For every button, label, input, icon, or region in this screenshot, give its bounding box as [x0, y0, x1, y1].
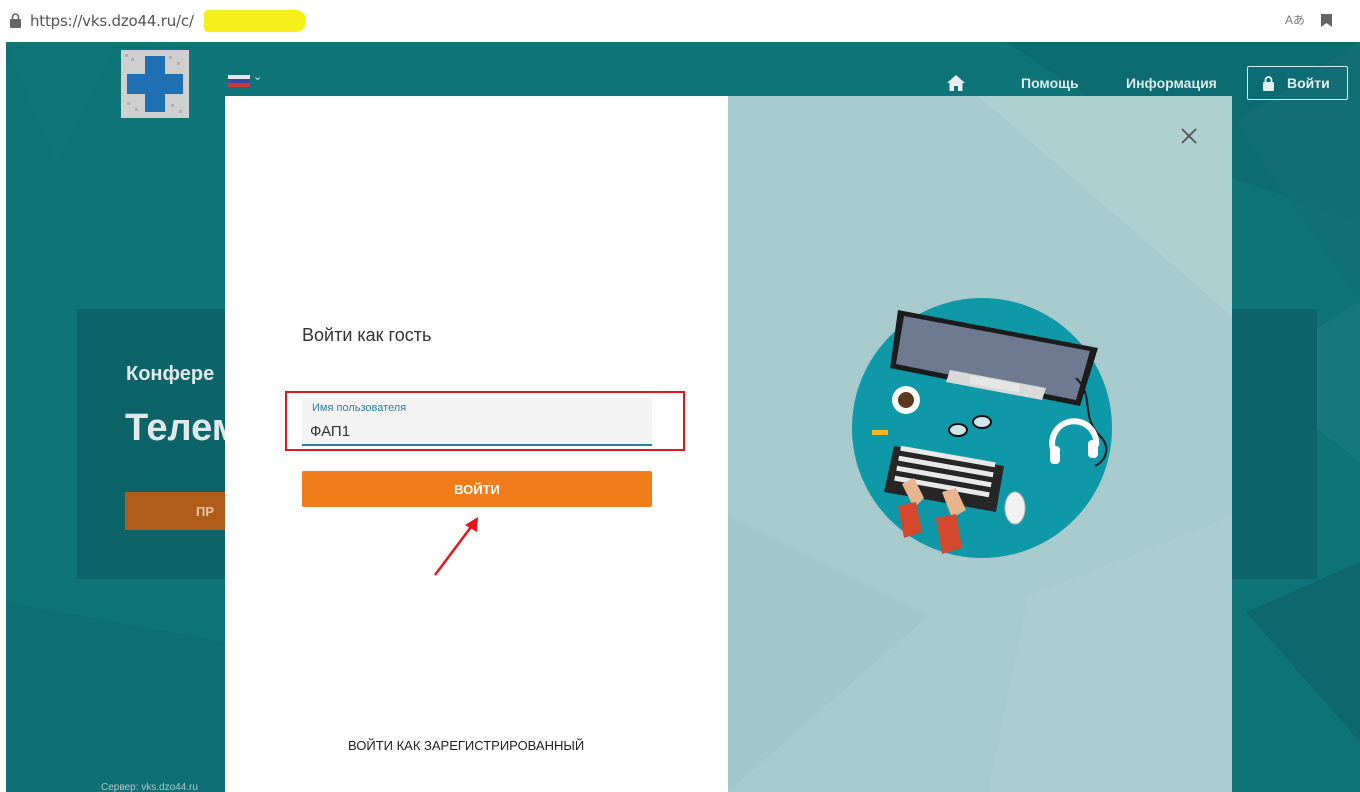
browser-address-bar: https://vks.dzo44.ru/c/ Aあ: [0, 0, 1360, 42]
hero-subtitle: Конфере: [126, 363, 215, 385]
hero-button-label: ПР: [195, 503, 214, 519]
annotation-box: [285, 391, 685, 451]
hero-title: Телем: [125, 407, 240, 449]
workspace-illustration: [852, 298, 1112, 558]
registered-login-link[interactable]: ВОЙТИ КАК ЗАРЕГИСТРИРОВАННЫЙ: [348, 738, 584, 753]
modal-title: Войти как гость: [302, 325, 432, 345]
flag-icon[interactable]: [228, 75, 250, 87]
nav-help[interactable]: Помощь: [1021, 75, 1079, 91]
bookmark-icon[interactable]: [1321, 14, 1332, 27]
url-text[interactable]: https://vks.dzo44.ru/c/: [30, 12, 194, 30]
server-info: Сервер: vks.dzo44.ru: [101, 782, 198, 792]
logo: [121, 50, 189, 118]
home-icon[interactable]: [947, 75, 965, 91]
close-icon[interactable]: [1180, 127, 1198, 145]
chevron-down-icon[interactable]: ⌄: [253, 70, 262, 83]
lock-icon: [1263, 75, 1274, 91]
header-login-button[interactable]: Войти: [1247, 66, 1348, 100]
translate-icon[interactable]: Aあ: [1285, 11, 1305, 28]
url-highlight-mark: [204, 10, 306, 32]
header-login-label: Войти: [1287, 75, 1330, 91]
lock-icon: [10, 13, 21, 28]
annotation-arrow-icon: [434, 517, 478, 576]
nav-info[interactable]: Информация: [1126, 75, 1217, 91]
submit-label: ВОЙТИ: [454, 481, 500, 497]
submit-button[interactable]: ВОЙТИ: [302, 471, 652, 507]
